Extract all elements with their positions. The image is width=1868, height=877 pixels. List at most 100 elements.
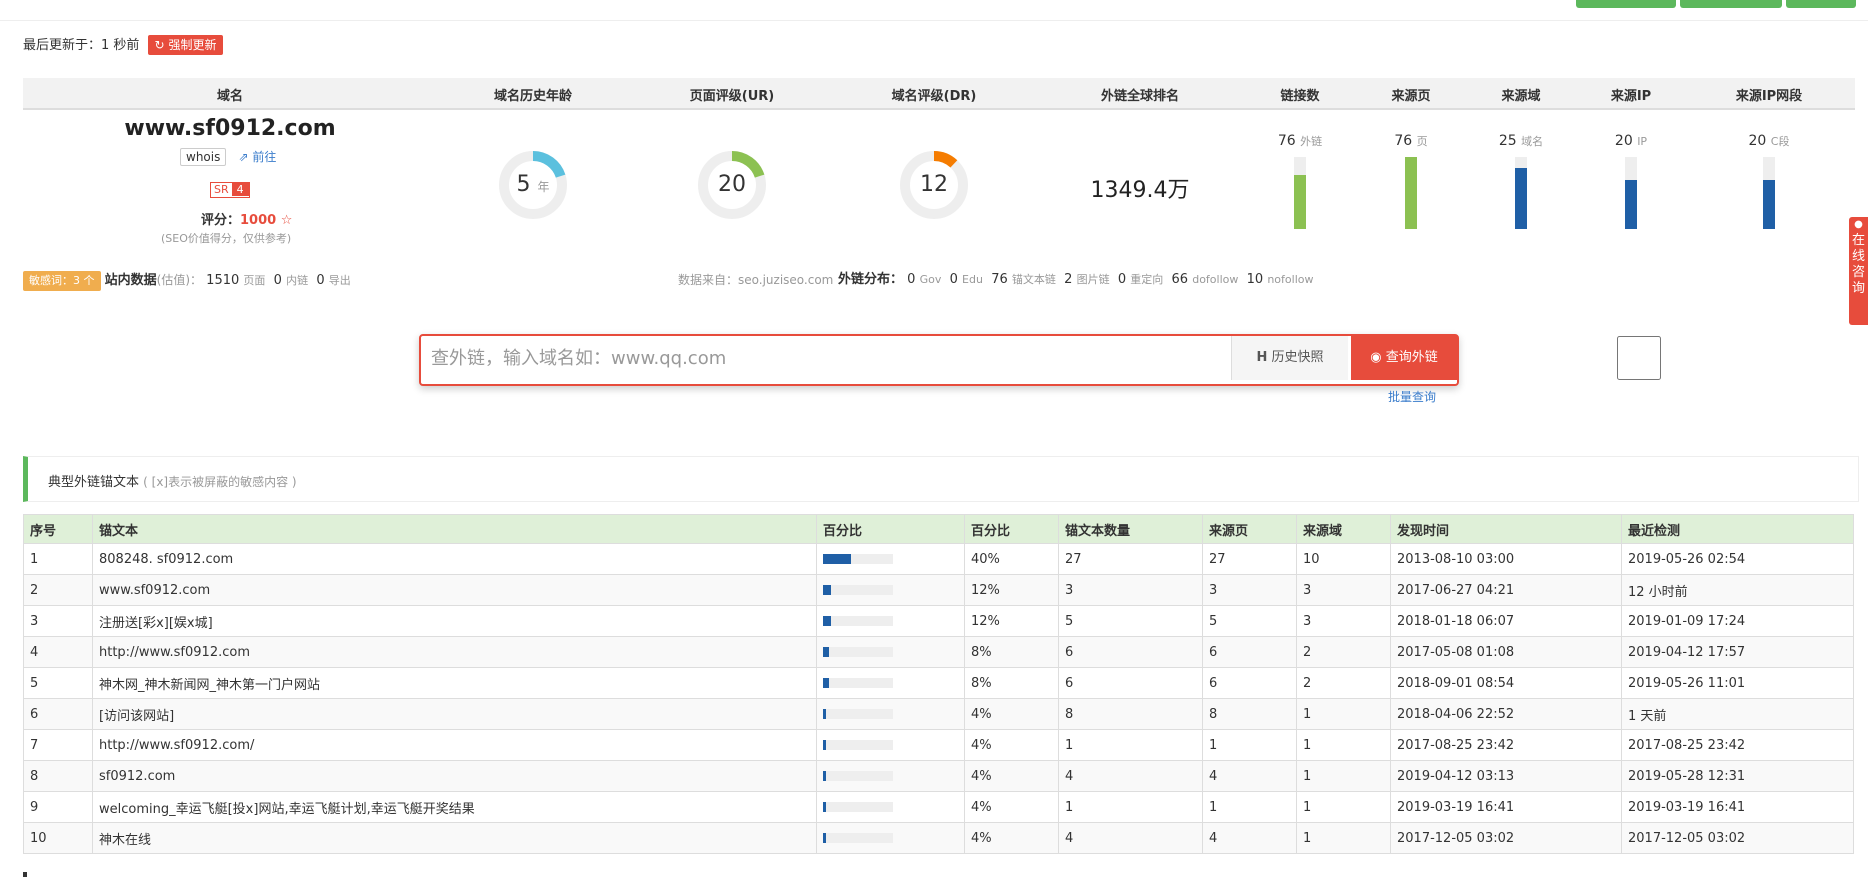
refresh-icon: ↻ bbox=[154, 38, 165, 52]
goto-link[interactable]: ⇗ 前往 bbox=[239, 150, 277, 164]
row-domains: 3 bbox=[1296, 605, 1391, 637]
top-green-button-2[interactable] bbox=[1680, 0, 1782, 8]
row-index: 2 bbox=[23, 574, 93, 606]
col-age: 域名历史年龄 bbox=[493, 89, 573, 104]
percent-bar-fill bbox=[823, 678, 829, 688]
row-count: 1 bbox=[1058, 791, 1203, 823]
row-pages: 3 bbox=[1202, 574, 1297, 606]
links-count: 76 bbox=[1277, 133, 1296, 149]
row-anchor-text: 神木在线 bbox=[92, 822, 817, 854]
col-links: 链接数 bbox=[1280, 89, 1320, 104]
query-button[interactable]: ◉ 查询外链 bbox=[1351, 336, 1457, 380]
top-bar bbox=[0, 0, 1868, 21]
percent-bar-track bbox=[823, 802, 893, 812]
top-green-button-1[interactable] bbox=[1576, 0, 1676, 8]
site-data-est: (估值)： bbox=[156, 273, 203, 287]
global-rank: 1349.4万 bbox=[1090, 178, 1190, 203]
domains-bar: 25 域名 bbox=[1491, 133, 1551, 229]
domains-unit: 域名 bbox=[1521, 135, 1544, 148]
row-pages: 6 bbox=[1202, 667, 1297, 699]
panel-title: 典型外链锚文本 ( [x]表示被屏蔽的敏感内容 ) bbox=[48, 471, 297, 490]
percent-bar-track bbox=[823, 585, 893, 595]
row-found: 2017-08-25 23:42 bbox=[1390, 729, 1622, 761]
ur-donut: 20 bbox=[697, 150, 767, 220]
export-unit-label: 导出 bbox=[328, 274, 351, 287]
row-domains: 2 bbox=[1296, 636, 1391, 668]
sensitive-badge[interactable]: 敏感词：3 个 bbox=[23, 271, 101, 291]
row-count: 4 bbox=[1058, 822, 1203, 854]
row-checked: 2019-05-26 11:01 bbox=[1621, 667, 1854, 699]
ip-count: 20 bbox=[1614, 133, 1633, 149]
backlink-search: H 历史快照 ◉ 查询外链 bbox=[419, 334, 1868, 386]
ip-unit: IP bbox=[1637, 135, 1648, 148]
table-row: 4 http://www.sf0912.com 8% 6 6 2 2017-05-08 01… bbox=[23, 636, 1854, 668]
row-anchor-text: welcoming_幸运飞艇[投x]网站,幸运飞艇计划,幸运飞艇开奖结果 bbox=[92, 791, 817, 823]
percent-bar-fill bbox=[823, 585, 832, 595]
site-data-label: 站内数据 bbox=[104, 273, 157, 288]
dist-anchor-label: 锚文本链 bbox=[1011, 273, 1056, 286]
link-distribution: 外链分布： 0 Gov 0 Edu 76 锚文本链 2 图片链 0 重定向 66… bbox=[838, 268, 1313, 292]
top-green-button-3[interactable] bbox=[1786, 0, 1856, 8]
table-row: 3 注册送[彩x][娱x城] 12% 5 5 3 2018-01-18 06:07 2019-… bbox=[23, 605, 1854, 637]
score: 评分：1000 ☆ bbox=[201, 209, 292, 228]
row-percent-bar bbox=[816, 822, 965, 854]
row-count: 8 bbox=[1058, 698, 1203, 730]
row-found: 2018-09-01 08:54 bbox=[1390, 667, 1622, 699]
dr-donut: 12 bbox=[899, 150, 969, 220]
row-anchor-text: sf0912.com bbox=[92, 760, 817, 792]
row-pages: 8 bbox=[1202, 698, 1297, 730]
domain-actions: whois ⇗ 前往 bbox=[180, 148, 277, 166]
age-number: 5 bbox=[516, 172, 531, 197]
domain-stats: 域名 域名历史年龄 页面评级(UR) 域名评级(DR) 外链全球排名 链接数 来… bbox=[23, 78, 1855, 248]
percent-bar-fill bbox=[823, 833, 826, 843]
row-pages: 4 bbox=[1202, 760, 1297, 792]
pages-bar: 76 页 bbox=[1381, 133, 1441, 229]
row-percent-bar bbox=[816, 791, 965, 823]
row-anchor-text: 神木网_神木新闻网_神木第一门户网站 bbox=[92, 667, 817, 699]
row-pages: 6 bbox=[1202, 636, 1297, 668]
dist-redirect-label: 重定向 bbox=[1130, 273, 1164, 286]
last-update-text: 最后更新于：1 秒前 bbox=[23, 38, 140, 53]
query-label: 查询外链 bbox=[1385, 350, 1438, 365]
row-count: 5 bbox=[1058, 605, 1203, 637]
row-domains: 1 bbox=[1296, 760, 1391, 792]
dist-dofollow-num: 66 bbox=[1171, 272, 1189, 287]
row-index: 1 bbox=[23, 543, 93, 575]
row-pages: 1 bbox=[1202, 729, 1297, 761]
row-percent-bar bbox=[816, 605, 965, 637]
force-update-button[interactable]: ↻ 强制更新 bbox=[147, 35, 224, 55]
row-index: 3 bbox=[23, 605, 93, 637]
row-percent-bar bbox=[816, 760, 965, 792]
batch-query-link[interactable]: 批量查询 bbox=[1388, 388, 1436, 405]
domain-search-input[interactable] bbox=[421, 336, 1251, 380]
history-checkbox[interactable] bbox=[1234, 336, 1868, 380]
star-icon[interactable]: ☆ bbox=[281, 213, 293, 228]
th-count: 锚文本数量 bbox=[1058, 514, 1203, 544]
row-found: 2017-12-05 03:02 bbox=[1390, 822, 1622, 854]
row-anchor-text: http://www.sf0912.com bbox=[92, 636, 817, 668]
age-donut: 5 年 bbox=[498, 150, 568, 220]
dr-value: 12 bbox=[920, 172, 948, 197]
row-percent-bar bbox=[816, 636, 965, 668]
row-index: 10 bbox=[23, 822, 93, 854]
external-link-icon: ⇗ bbox=[238, 150, 249, 164]
table-row: 7 http://www.sf0912.com/4% 1 1 1 2017-08-25 2… bbox=[23, 729, 1854, 761]
percent-bar-fill bbox=[823, 647, 829, 657]
col-pages: 来源页 bbox=[1391, 89, 1431, 104]
table-header: 序号 锚文本 百分比 百分比 锚文本数量 来源页 来源域 发现时间 最近检测 bbox=[23, 514, 1854, 544]
anchor-table: 序号 锚文本 百分比 百分比 锚文本数量 来源页 来源域 发现时间 最近检测 1… bbox=[23, 514, 1854, 854]
online-consult-tab[interactable]: ● 在线咨询 bbox=[1849, 217, 1868, 325]
last-update: 最后更新于：1 秒前 ↻ 强制更新 bbox=[23, 34, 224, 58]
inner-unit-label: 内链 bbox=[286, 274, 309, 287]
col-ip: 来源IP bbox=[1610, 89, 1652, 104]
col-ip-segment: 来源IP网段 bbox=[1735, 89, 1803, 104]
row-found: 2019-03-19 16:41 bbox=[1390, 791, 1622, 823]
percent-bar-fill bbox=[823, 616, 832, 626]
col-rank: 外链全球排名 bbox=[1100, 89, 1180, 104]
row-percent-bar bbox=[816, 729, 965, 761]
row-count: 3 bbox=[1058, 574, 1203, 606]
row-checked: 2019-03-19 16:41 bbox=[1621, 791, 1854, 823]
row-checked: 2019-05-28 12:31 bbox=[1621, 760, 1854, 792]
whois-button[interactable]: whois bbox=[180, 148, 227, 166]
history-snapshot-toggle[interactable]: H 历史快照 bbox=[1231, 336, 1868, 380]
